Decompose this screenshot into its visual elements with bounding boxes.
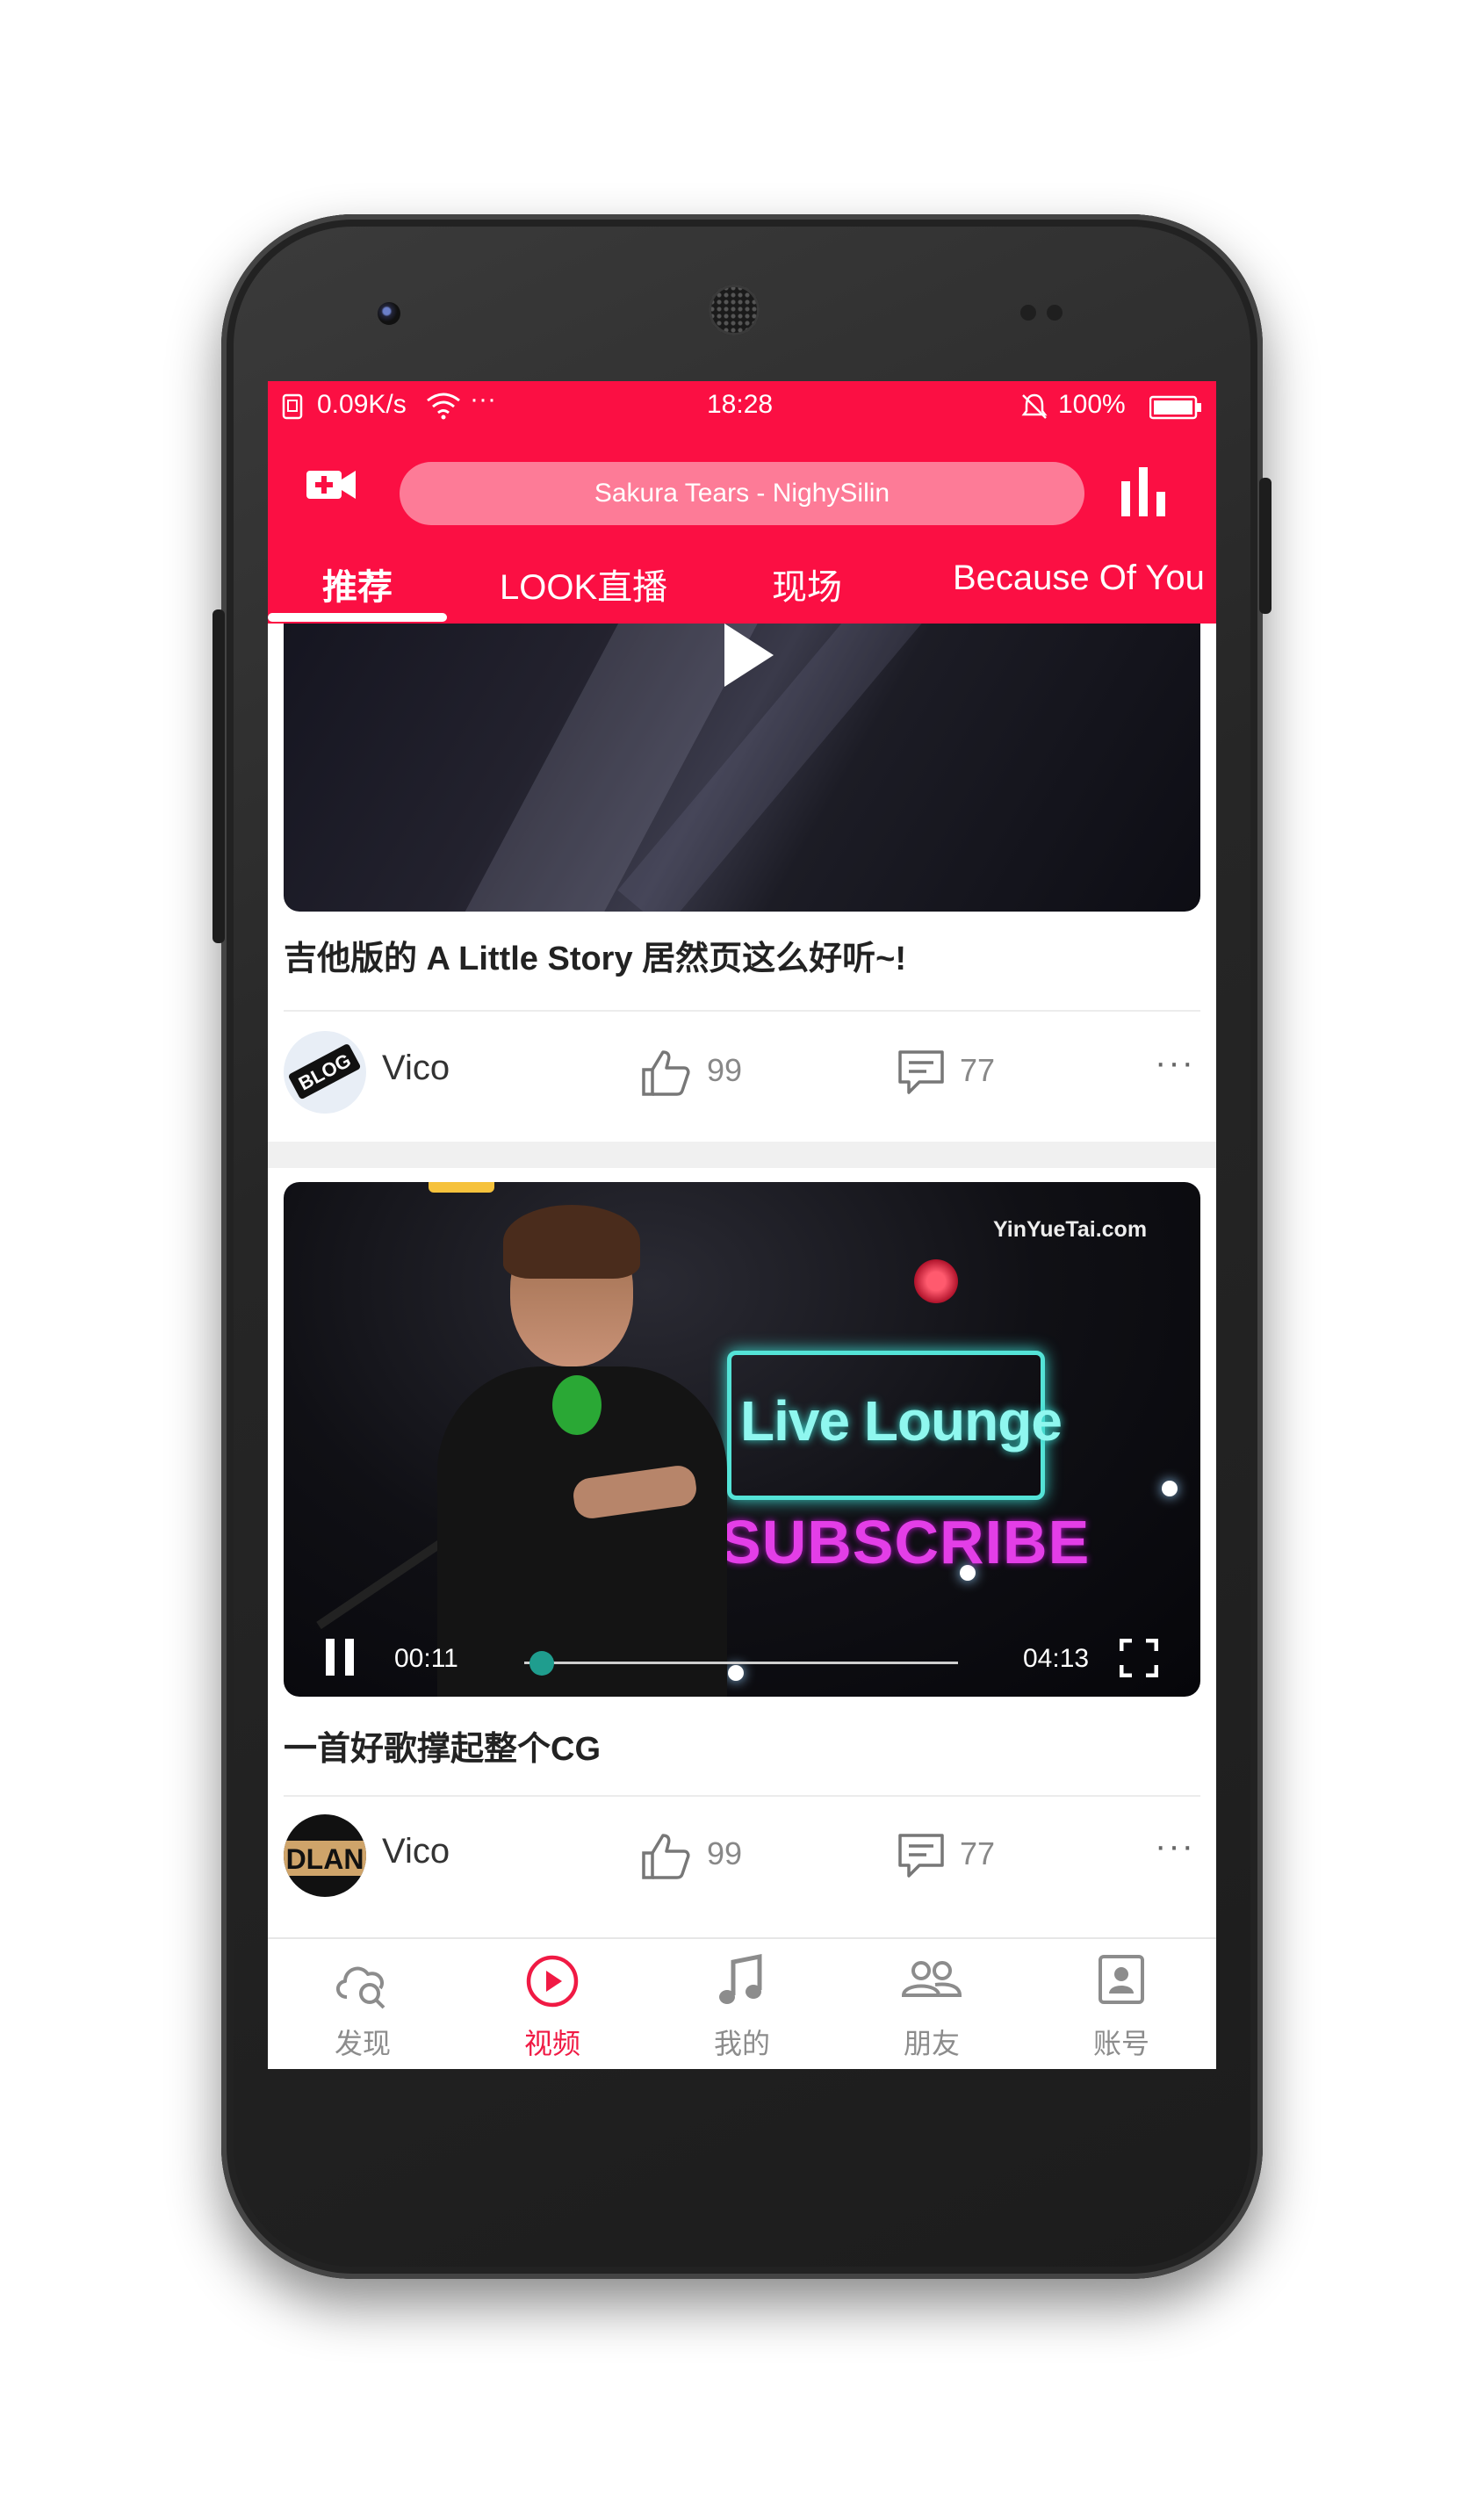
account-icon xyxy=(1099,1955,1144,2004)
avatar[interactable]: DLAN xyxy=(284,1814,366,1897)
subscribe-sign-text: SUBSCRIBE xyxy=(720,1508,1091,1576)
status-bar: 0.09K/s ··· 18:28 100% xyxy=(268,381,1216,432)
nav-account[interactable]: 账号 xyxy=(1027,1953,1216,2067)
music-note-icon xyxy=(719,1953,762,2004)
tab-because-of-you[interactable]: Because Of You xyxy=(953,559,1205,598)
status-time: 18:28 xyxy=(707,390,774,419)
tab-look-live[interactable]: LOOK直播 xyxy=(500,559,667,609)
video-title[interactable]: 吉他版的 A Little Story 居然页这么好听~! xyxy=(284,931,906,979)
wifi-icon xyxy=(427,393,460,420)
battery-percent: 100% xyxy=(1058,390,1126,419)
friends-icon xyxy=(901,1961,962,1997)
nav-my-music[interactable]: 我的 xyxy=(647,1953,837,2067)
stage-decoration xyxy=(914,1259,958,1303)
tab-recommend[interactable]: 推荐 xyxy=(322,559,393,609)
blog-avatar-icon: BLOG xyxy=(284,1031,366,1114)
more-options-icon[interactable]: ··· xyxy=(1155,1827,1195,1866)
avatar[interactable]: BLOG xyxy=(284,1031,366,1114)
nav-discover[interactable]: 发现 xyxy=(268,1953,457,2067)
earpiece-speaker xyxy=(709,285,760,335)
nav-video[interactable]: 视频 xyxy=(457,1953,647,2067)
tab-indicator xyxy=(268,613,447,622)
nav-label: 朋友 xyxy=(903,2028,960,2059)
author-name[interactable]: Vico xyxy=(382,1049,450,1088)
like-icon[interactable] xyxy=(640,1049,691,1096)
sim-icon xyxy=(282,393,303,420)
video-feed[interactable]: 吉他版的 A Little Story 居然页这么好听~! BLOG Vico … xyxy=(268,624,1216,1958)
video-title[interactable]: 一首好歌撑起整个CG xyxy=(284,1721,601,1770)
cloud-search-icon xyxy=(336,1966,385,2009)
comment-count: 77 xyxy=(960,1835,996,1871)
nav-label: 发现 xyxy=(334,2028,391,2059)
progress-bar[interactable] xyxy=(524,1662,958,1664)
stage-light xyxy=(429,1182,494,1193)
video-watermark: YinYueTai.com xyxy=(993,1217,1148,1242)
nav-label: 账号 xyxy=(1092,2028,1149,2059)
search-bar[interactable]: Sakura Tears - NighySilin xyxy=(400,462,1084,525)
author-name[interactable]: Vico xyxy=(382,1832,450,1871)
tab-live-scene[interactable]: 现场 xyxy=(772,559,842,609)
svg-text:DLAN: DLAN xyxy=(286,1843,364,1875)
power-button xyxy=(1259,478,1271,614)
more-status-icon: ··· xyxy=(470,385,496,414)
proximity-sensor xyxy=(1020,305,1036,321)
progress-handle[interactable] xyxy=(529,1651,554,1676)
category-tabs: 推荐 LOOK直播 现场 Because Of You xyxy=(268,536,1216,624)
microphone xyxy=(552,1375,602,1435)
comment-icon[interactable] xyxy=(897,1832,946,1879)
stage-light-dot xyxy=(1162,1481,1178,1496)
volume-button xyxy=(213,609,225,943)
comment-icon[interactable] xyxy=(897,1049,946,1096)
top-bar: Sakura Tears - NighySilin xyxy=(268,432,1216,536)
app-screen: 0.09K/s ··· 18:28 100% Sakura Tears - Ni… xyxy=(268,381,1216,2069)
neon-sign-text: Live Lounge xyxy=(740,1389,1063,1453)
like-count: 99 xyxy=(707,1835,743,1871)
video-thumbnail[interactable] xyxy=(284,624,1200,912)
divider xyxy=(284,1795,1200,1797)
nav-label: 视频 xyxy=(523,2028,580,2059)
silent-bell-icon xyxy=(1021,393,1048,419)
performer-hair xyxy=(503,1205,640,1279)
section-gap xyxy=(268,1142,1216,1168)
battery-icon xyxy=(1149,395,1201,420)
player-controls: 00:11 04:13 xyxy=(284,1621,1200,1697)
front-camera xyxy=(378,302,400,325)
search-bar-text: Sakura Tears - NighySilin xyxy=(594,479,890,508)
light-sensor xyxy=(1047,305,1063,321)
video-player[interactable]: Live Lounge SUBSCRIBE YinYueTai.com 00:1… xyxy=(284,1182,1200,1697)
fullscreen-icon[interactable] xyxy=(1120,1639,1158,1677)
comment-count: 77 xyxy=(960,1052,996,1088)
dlan-avatar-icon: DLAN xyxy=(284,1814,366,1897)
like-count: 99 xyxy=(707,1052,743,1088)
now-playing-bars-icon[interactable] xyxy=(1118,465,1171,516)
more-options-icon[interactable]: ··· xyxy=(1155,1043,1195,1083)
video-record-icon[interactable] xyxy=(306,467,356,502)
network-speed: 0.09K/s xyxy=(317,390,407,419)
nav-label: 我的 xyxy=(713,2028,770,2059)
play-circle-icon xyxy=(526,1955,579,2008)
divider xyxy=(284,1010,1200,1012)
total-time: 04:13 xyxy=(1023,1644,1090,1673)
like-icon[interactable] xyxy=(640,1832,691,1879)
pause-icon[interactable] xyxy=(324,1639,356,1676)
nav-friends[interactable]: 朋友 xyxy=(837,1953,1027,2067)
bottom-navigation: 发现 视频 我的 朋友 账号 xyxy=(268,1937,1216,2069)
current-time: 00:11 xyxy=(394,1644,458,1673)
play-icon[interactable] xyxy=(723,624,775,690)
